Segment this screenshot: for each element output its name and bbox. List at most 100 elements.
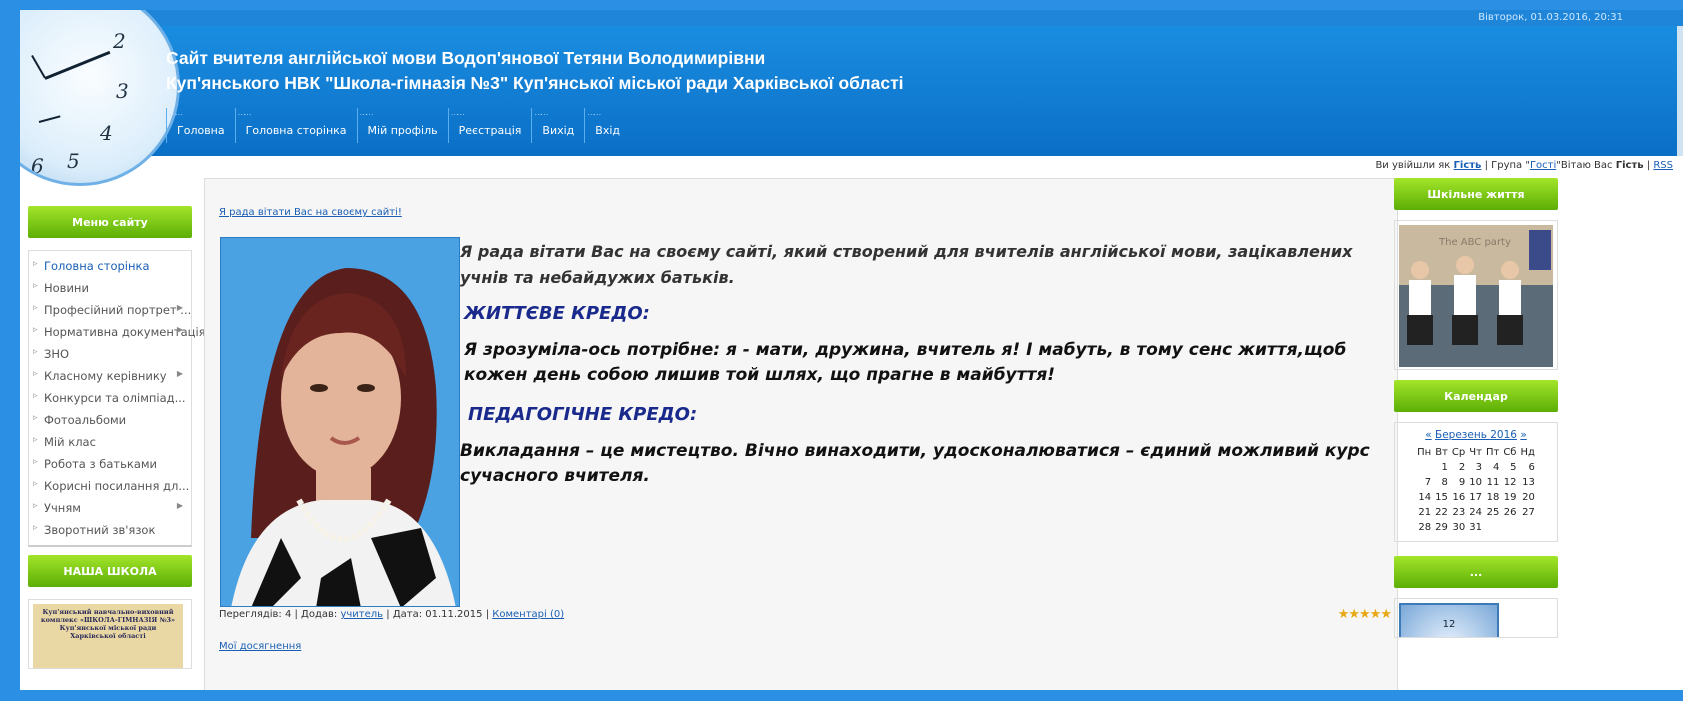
menu-item-parents[interactable]: Робота з батьками — [29, 453, 191, 475]
achievements-link[interactable]: Мої досягнення — [219, 641, 301, 652]
calendar-day[interactable]: 23 — [1450, 505, 1467, 520]
nav-register[interactable]: Реєстрація — [447, 108, 532, 143]
site-header: 2 3 4 5 6 Сайт вчителя англійської мови … — [20, 10, 1683, 186]
calendar-day[interactable]: 28 — [1415, 520, 1433, 535]
calendar-day[interactable]: 12 — [1501, 475, 1518, 490]
menu-item-professional-portrait[interactable]: Професійний портрет ...▶ — [29, 299, 191, 321]
calendar-month-link[interactable]: Березень 2016 — [1435, 429, 1517, 441]
menu-item-home-page[interactable]: Головна сторінка — [29, 255, 191, 277]
submenu-arrow-icon: ▶ — [176, 303, 183, 312]
rss-link[interactable]: RSS — [1653, 160, 1673, 171]
calendar-day[interactable]: 11 — [1484, 475, 1501, 490]
nav-home[interactable]: Головна — [166, 108, 235, 143]
meta-views: Переглядів: 4 | Додав: — [219, 609, 338, 620]
life-credo-heading: ЖИТТЄВЕ КРЕДО: — [464, 303, 650, 324]
calendar-day[interactable]: 5 — [1501, 460, 1518, 475]
calendar-weekday: Сб — [1503, 447, 1517, 458]
calendar-next-button[interactable]: » — [1520, 429, 1526, 441]
rating-stars-icon[interactable]: ★★★★★ — [1338, 607, 1392, 622]
calendar-day[interactable]: 8 — [1433, 475, 1450, 490]
calendar-day[interactable]: 6 — [1518, 460, 1536, 475]
user-link[interactable]: Гість — [1454, 160, 1482, 171]
submenu-arrow-icon: ▶ — [176, 369, 183, 378]
extra-block-title: ... — [1394, 556, 1558, 588]
calendar-week-row: 14 15 16 17 18 19 20 — [1415, 490, 1537, 505]
meta-date: | Дата: 01.11.2015 | — [386, 609, 490, 620]
calendar-day[interactable]: 13 — [1518, 475, 1536, 490]
calendar-day[interactable]: 18 — [1484, 490, 1501, 505]
calendar-prev-button[interactable]: « — [1425, 429, 1431, 441]
left-sidebar: Меню сайту Головна сторінка Новини Профе… — [28, 206, 206, 669]
clock-graphic: 2 3 4 5 6 — [20, 10, 180, 186]
nav-logout[interactable]: Вихід — [531, 108, 584, 143]
calendar-day[interactable]: 3 — [1467, 460, 1484, 475]
menu-item-feedback[interactable]: Зворотний зв'язок — [29, 519, 191, 541]
submenu-arrow-icon: ▶ — [176, 325, 183, 334]
menu-item-useful-links[interactable]: Корисні посилання дл... — [29, 475, 191, 497]
calendar-day[interactable]: 22 — [1433, 505, 1450, 520]
nav-profile[interactable]: Мій профіль — [356, 108, 448, 143]
calendar-day[interactable]: 16 — [1450, 490, 1467, 505]
intro-paragraph: Я рада вітати Вас на своєму сайті, який … — [460, 242, 1353, 287]
calendar-day[interactable]: 27 — [1518, 505, 1536, 520]
calendar-day[interactable]: 24 — [1467, 505, 1484, 520]
menu-item-label: ЗНО — [44, 347, 70, 361]
menu-item-students[interactable]: Учням ▶ — [29, 497, 191, 519]
calendar-day[interactable]: 1 — [1433, 460, 1450, 475]
school-life-photo[interactable]: The ABC party — [1394, 220, 1558, 370]
welcome-link[interactable]: Я рада вітати Вас на своєму сайті! — [219, 207, 402, 218]
school-image[interactable]: Куп'янський навчально-виховний комплекс … — [28, 599, 192, 669]
menu-item-label: Зворотний зв'язок — [44, 523, 156, 537]
calendar-day[interactable]: 30 — [1450, 520, 1467, 535]
calendar-day[interactable]: 17 — [1467, 490, 1484, 505]
page-frame: Вівторок, 01.03.2016, 20:31 2 3 4 5 6 Са… — [20, 10, 1683, 690]
author-link[interactable]: учитель — [340, 609, 383, 620]
menu-item-zno[interactable]: ЗНО — [29, 343, 191, 365]
nav-main-page[interactable]: Головна сторінка — [234, 108, 357, 143]
site-title-line-2: Куп'янського НВК "Школа-гімназія №3" Куп… — [166, 73, 904, 93]
menu-item-contests[interactable]: Конкурси та олімпіад... — [29, 387, 191, 409]
calendar-day — [1518, 520, 1536, 535]
menu-item-label: Конкурси та олімпіад... — [44, 391, 186, 405]
calendar-day[interactable]: 26 — [1501, 505, 1518, 520]
site-menu-title: Меню сайту — [28, 206, 192, 238]
calendar-day — [1415, 460, 1433, 475]
calendar-day[interactable]: 10 — [1467, 475, 1484, 490]
menu-item-photo-albums[interactable]: Фотоальбоми — [29, 409, 191, 431]
calendar-week-row: 28 29 30 31 — [1415, 520, 1537, 535]
menu-item-regulations[interactable]: Нормативна документація▶ — [29, 321, 206, 343]
calendar-weekday: Вт — [1435, 447, 1448, 458]
calendar-day[interactable]: 25 — [1484, 505, 1501, 520]
calendar-day[interactable]: 4 — [1484, 460, 1501, 475]
comments-link[interactable]: Коментарі (0) — [492, 609, 564, 620]
calendar-day[interactable]: 21 — [1415, 505, 1433, 520]
calendar-day[interactable]: 15 — [1433, 490, 1450, 505]
menu-item-label: Головна сторінка — [44, 259, 150, 273]
school-life-photo-image: The ABC party — [1399, 225, 1553, 367]
menu-item-label: Фотоальбоми — [44, 413, 127, 427]
calendar-day[interactable]: 20 — [1518, 490, 1536, 505]
group-link[interactable]: Гості — [1530, 160, 1556, 171]
menu-item-label: Новини — [44, 281, 89, 295]
site-title: Сайт вчителя англійської мови Водоп'янов… — [166, 46, 904, 96]
menu-item-class-teacher[interactable]: Класному керівнику ▶ — [29, 365, 191, 387]
calendar-day[interactable]: 19 — [1501, 490, 1518, 505]
menu-item-my-class[interactable]: Мій клас — [29, 431, 191, 453]
menu-item-news[interactable]: Новини — [29, 277, 191, 299]
calendar-weekday-row: Пн Вт Ср Чт Пт Сб Нд — [1415, 445, 1537, 460]
calendar-day[interactable]: 2 — [1450, 460, 1467, 475]
nav-login[interactable]: Вхід — [584, 108, 630, 143]
calendar-day[interactable]: 14 — [1415, 490, 1433, 505]
menu-item-label: Мій клас — [44, 435, 96, 449]
calendar-day[interactable]: 31 — [1467, 520, 1484, 535]
top-bar: Вівторок, 01.03.2016, 20:31 — [20, 10, 1683, 26]
calendar-week-row: 123456 — [1415, 460, 1537, 475]
teacher-photo — [220, 237, 460, 607]
calendar-day[interactable]: 7 — [1415, 475, 1433, 490]
menu-item-label: Учням — [44, 501, 81, 515]
calendar-day[interactable]: 9 — [1450, 475, 1467, 490]
calendar-day[interactable]: 29 — [1433, 520, 1450, 535]
school-life-title: Шкільне життя — [1394, 178, 1558, 210]
calendar-weekday: Ср — [1451, 447, 1466, 458]
user-status-line: Ви увійшли як Гість | Група "Гості"Вітаю… — [1375, 160, 1673, 171]
